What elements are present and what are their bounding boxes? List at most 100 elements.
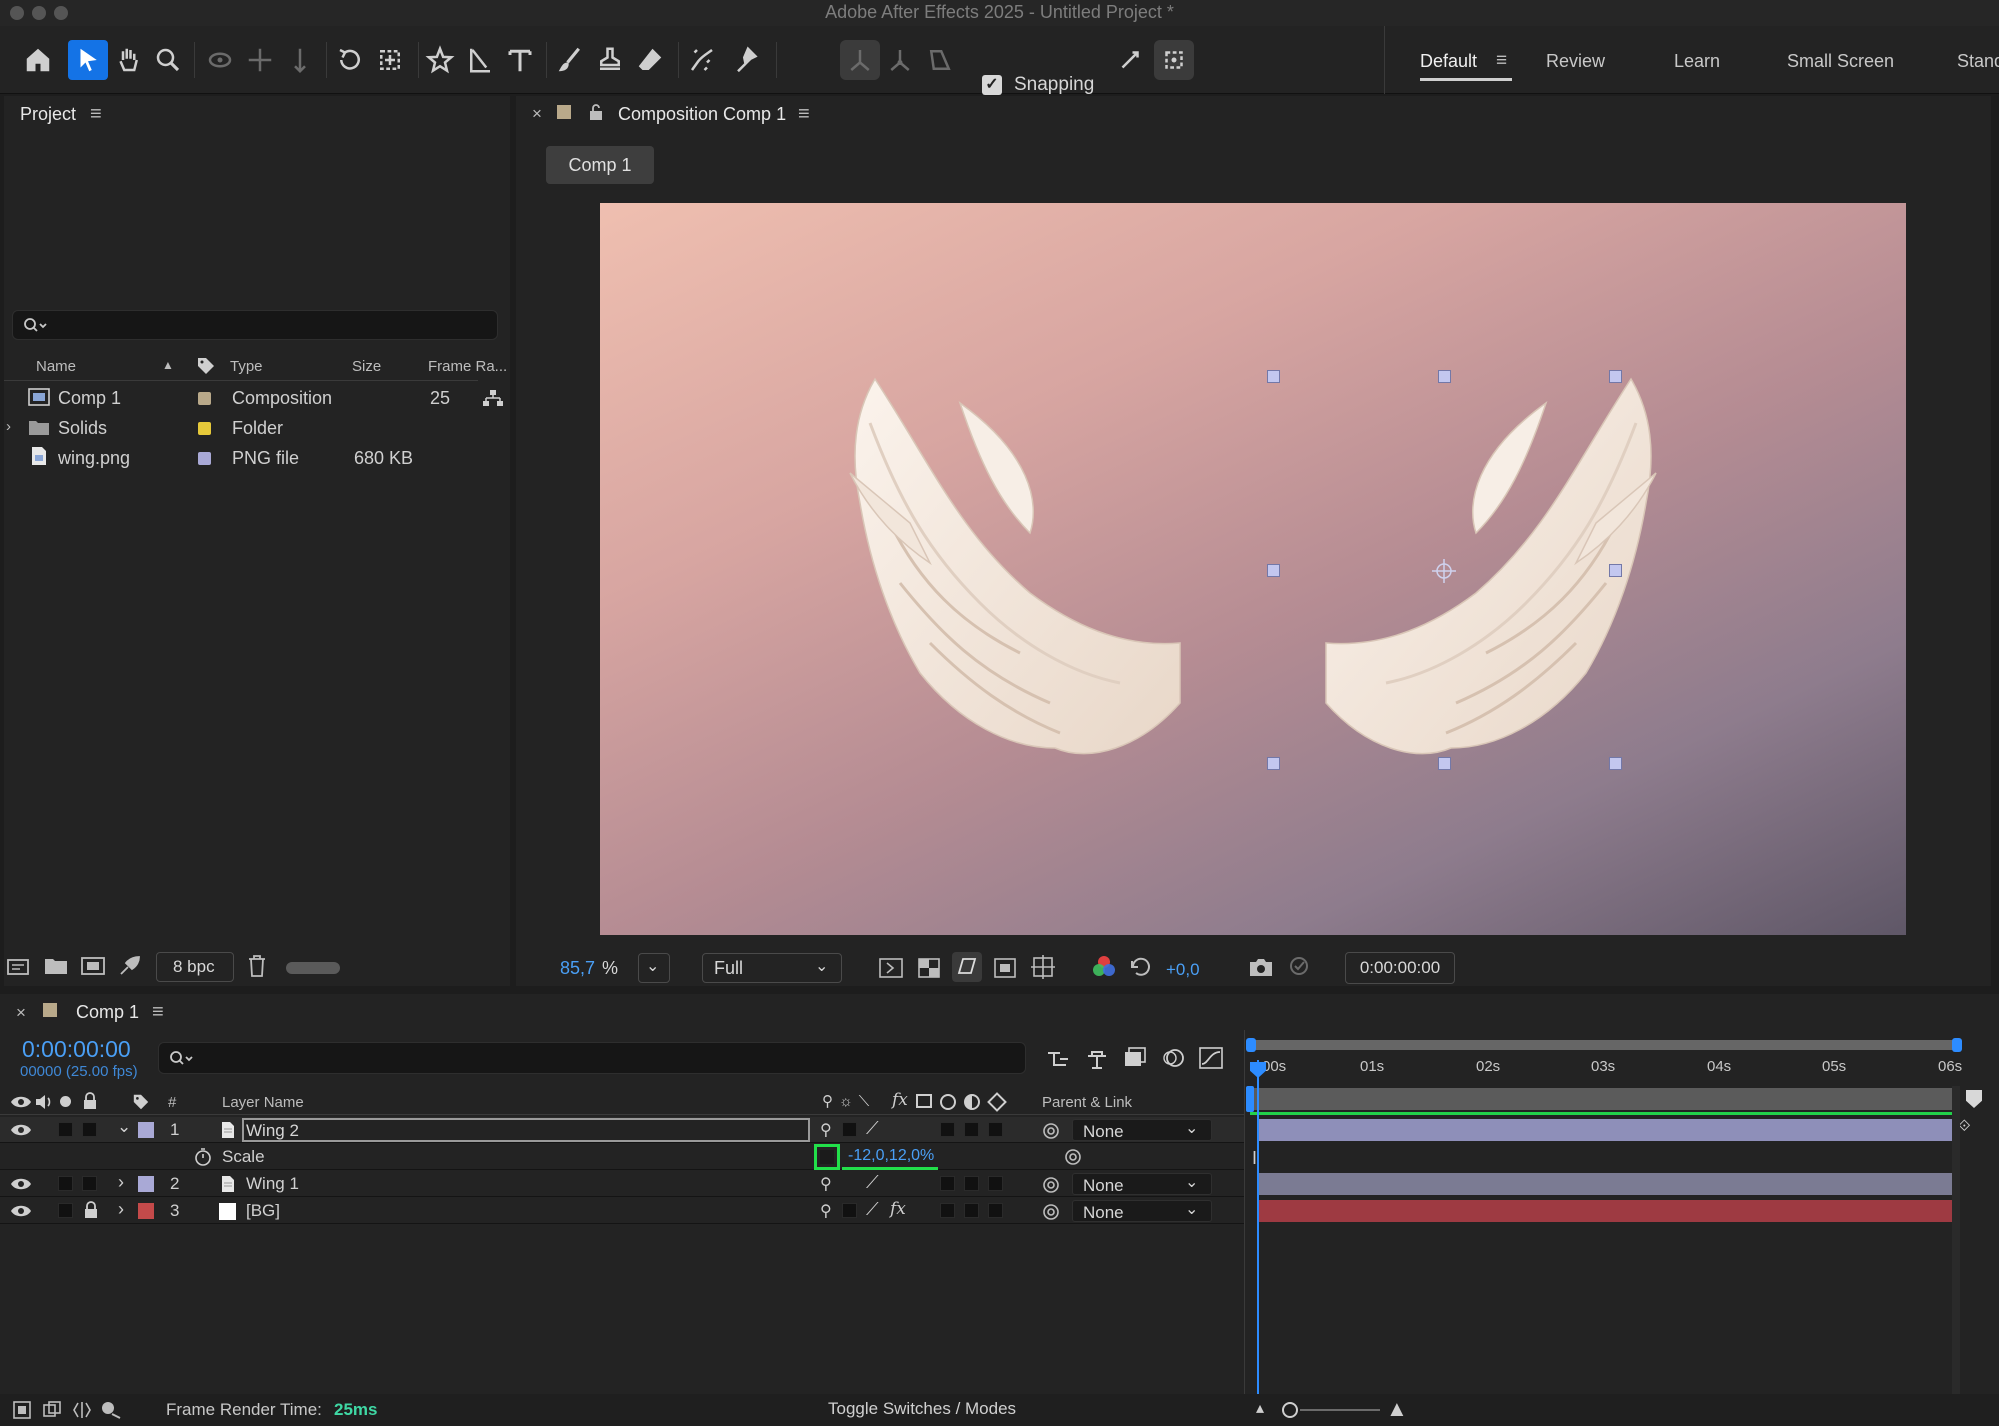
workspace-standard[interactable]: Stand — [1957, 51, 1999, 72]
render-queue-icon[interactable] — [118, 955, 142, 977]
fast-previews-icon[interactable] — [878, 956, 904, 980]
flowchart-icon[interactable] — [482, 389, 504, 407]
solo-icon[interactable] — [60, 1096, 71, 1107]
3d-switch[interactable] — [988, 1203, 1003, 1218]
timeline-tab-title[interactable]: Comp 1 — [76, 1002, 139, 1023]
layer-label-color[interactable] — [138, 1203, 154, 1219]
scale-value[interactable]: -12,0,12,0% — [848, 1147, 934, 1165]
adjustment-switch[interactable] — [964, 1203, 979, 1218]
zoom-slider-track[interactable] — [1300, 1409, 1380, 1411]
3d-switch[interactable] — [988, 1122, 1003, 1137]
transform-handle[interactable] — [1267, 564, 1280, 577]
pan-camera-icon[interactable] — [240, 40, 280, 80]
column-name[interactable]: Name — [36, 358, 76, 375]
snap-features-icon[interactable] — [1154, 40, 1194, 80]
eye-icon[interactable] — [10, 1122, 32, 1138]
layer-row[interactable]: ⌄ 1 Wing 2 ⚲ ⟋ None ⌄ — [0, 1117, 1244, 1143]
solo-switch[interactable] — [58, 1203, 73, 1218]
eraser-tool-icon[interactable] — [630, 40, 670, 80]
orbit-camera-icon[interactable] — [200, 40, 240, 80]
brush-tool-icon[interactable] — [550, 40, 590, 80]
adjustment-switch[interactable] — [964, 1176, 979, 1191]
collapse-chevron-icon[interactable]: ⌄ — [117, 1117, 131, 1137]
grid-guides-icon[interactable] — [1030, 954, 1056, 980]
reset-exposure-icon[interactable] — [1128, 954, 1154, 980]
adjustment-layer-icon[interactable] — [964, 1094, 980, 1110]
constrain-proportions-toggle[interactable] — [814, 1144, 840, 1170]
new-folder-icon[interactable] — [44, 956, 68, 976]
expand-chevron-icon[interactable]: › — [6, 418, 11, 435]
timeline-menu-icon[interactable]: ≡ — [152, 1001, 164, 1024]
pick-whip-icon[interactable] — [1042, 1176, 1060, 1194]
in-out-toggle-icon[interactable] — [72, 1400, 92, 1420]
lock-icon[interactable] — [83, 1201, 99, 1219]
layer-3-duration-bar[interactable] — [1258, 1200, 1952, 1222]
composition-menu-icon[interactable]: ≡ — [798, 103, 810, 126]
magnification-value[interactable]: 85,7 — [560, 958, 595, 979]
stopwatch-icon[interactable] — [194, 1148, 212, 1166]
solo-switch[interactable] — [58, 1122, 73, 1137]
project-menu-icon[interactable]: ≡ — [90, 103, 102, 126]
render-time-toggle-icon[interactable] — [100, 1400, 122, 1420]
collapse-switch[interactable] — [842, 1203, 857, 1218]
star-shape-tool-icon[interactable] — [420, 40, 460, 80]
motion-blur-switch-icon[interactable] — [940, 1094, 956, 1110]
project-item-png[interactable]: wing.png PNG file 680 KB — [0, 444, 476, 472]
composition-canvas[interactable] — [600, 203, 1906, 935]
lock-icon[interactable] — [82, 1092, 98, 1110]
transform-handle[interactable] — [1609, 370, 1622, 383]
transform-handle[interactable] — [1438, 370, 1451, 383]
thumbnail-slider[interactable] — [286, 962, 340, 974]
selection-tool-icon[interactable] — [68, 40, 108, 80]
motion-blur-icon[interactable] — [1160, 1046, 1186, 1070]
pick-whip-icon[interactable] — [1042, 1203, 1060, 1221]
workspace-small-screen[interactable]: Small Screen — [1787, 51, 1894, 72]
layer-name[interactable]: [BG] — [246, 1201, 280, 1221]
clone-stamp-tool-icon[interactable] — [590, 40, 630, 80]
project-search-input[interactable] — [12, 310, 498, 340]
pick-whip-icon[interactable] — [1042, 1122, 1060, 1140]
new-composition-icon[interactable] — [80, 955, 106, 977]
time-ruler[interactable]: 00s 01s 02s 03s 04s 05s 06s — [1246, 1054, 1962, 1086]
expand-chevron-icon[interactable]: › — [118, 1199, 124, 1220]
audio-icon[interactable] — [34, 1093, 54, 1111]
local-axis-mode-icon[interactable] — [840, 40, 880, 80]
workspace-learn[interactable]: Learn — [1674, 51, 1720, 72]
pen-tool-icon[interactable] — [460, 40, 500, 80]
layer-label-color[interactable] — [138, 1176, 154, 1192]
toggle-switches-modes-button[interactable]: Toggle Switches / Modes — [828, 1399, 1016, 1419]
view-axis-mode-icon[interactable] — [920, 40, 960, 80]
layer-2-duration-bar[interactable] — [1258, 1173, 1952, 1195]
parent-dropdown[interactable]: None ⌄ — [1072, 1200, 1212, 1222]
column-size[interactable]: Size — [352, 358, 381, 375]
parent-dropdown[interactable]: None ⌄ — [1072, 1119, 1212, 1141]
transfer-controls-toggle-icon[interactable] — [42, 1400, 62, 1420]
effects-fx-icon[interactable]: fx — [892, 1090, 908, 1110]
collapse-switch[interactable] — [842, 1122, 857, 1137]
transform-handle[interactable] — [1267, 370, 1280, 383]
layer-name-field[interactable]: Wing 2 — [242, 1118, 810, 1142]
snapping-checkbox[interactable]: ✓ — [982, 75, 1002, 95]
graph-editor-icon[interactable] — [1198, 1046, 1224, 1070]
transparency-grid-icon[interactable] — [916, 956, 942, 980]
transform-handle[interactable] — [1609, 757, 1622, 770]
rotation-tool-icon[interactable] — [330, 40, 370, 80]
hand-tool-icon[interactable] — [108, 40, 148, 80]
zoom-tool-icon[interactable] — [148, 40, 188, 80]
layer-label-color[interactable] — [138, 1122, 154, 1138]
adjustment-switch[interactable] — [964, 1122, 979, 1137]
playhead-line[interactable] — [1257, 1060, 1259, 1394]
comp-navigator-tab[interactable]: Comp 1 — [546, 146, 654, 184]
world-axis-mode-icon[interactable] — [880, 40, 920, 80]
motion-blur-switch[interactable] — [940, 1203, 955, 1218]
parent-dropdown[interactable]: None ⌄ — [1072, 1173, 1212, 1195]
type-tool-icon[interactable] — [500, 40, 540, 80]
magnification-dropdown[interactable]: ⌄ — [638, 953, 670, 983]
column-parent-link[interactable]: Parent & Link — [1042, 1094, 1132, 1111]
layer-row[interactable]: › 2 Wing 1 ⚲ ⟋ None ⌄ — [0, 1171, 1244, 1197]
layer-1-duration-bar[interactable] — [1258, 1119, 1952, 1141]
layer-marker-icon[interactable]: ⟐ — [1958, 1118, 1980, 1136]
interpret-footage-icon[interactable] — [6, 956, 32, 978]
expand-chevron-icon[interactable]: › — [118, 1172, 124, 1193]
lock-switch[interactable] — [82, 1176, 97, 1191]
